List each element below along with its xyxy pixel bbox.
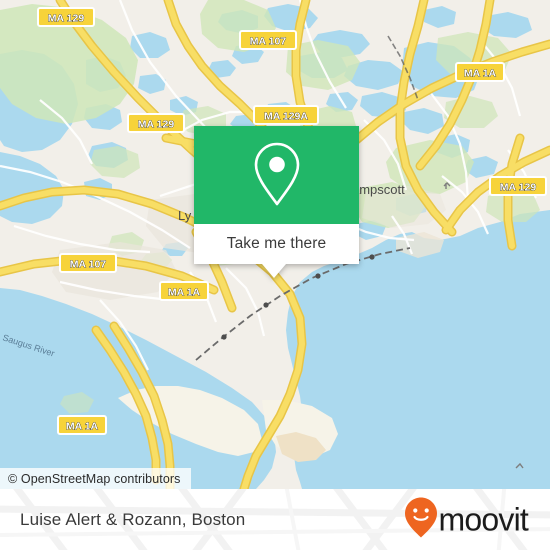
take-me-there-label: Take me there	[226, 235, 327, 252]
place-label-lynn: Ly	[178, 208, 192, 223]
svg-text:MA 107: MA 107	[250, 36, 287, 48]
svg-text:MA 129A: MA 129A	[264, 111, 308, 123]
svg-text:MA 129: MA 129	[48, 13, 85, 25]
osm-attribution-text: © OpenStreetMap contributors	[8, 471, 181, 486]
svg-text:MA 1A: MA 1A	[168, 287, 201, 299]
take-me-there-button[interactable]: Take me there	[194, 224, 359, 264]
location-popup-card[interactable]: Take me there	[194, 126, 359, 278]
road-shield-ma107-b: MA 107	[59, 253, 117, 273]
road-shield-ma129a: MA 129A	[253, 105, 319, 125]
moovit-map-share-page: Ly ampscott Saugus River MA 129 MA 107 M…	[0, 0, 550, 550]
road-shield-ma1a-a: MA 1A	[455, 62, 505, 82]
svg-text:MA 107: MA 107	[70, 259, 107, 271]
place-title: Luise Alert & Rozann, Boston	[20, 509, 246, 529]
map-pin-icon	[248, 140, 306, 210]
road-shield-ma107-a: MA 107	[239, 30, 297, 50]
place-label-swampscott: ampscott	[352, 182, 405, 197]
page-footer: Luise Alert & Rozann, Boston moovit	[0, 489, 550, 550]
popup-pointer-tail	[262, 264, 286, 278]
svg-text:MA 129: MA 129	[500, 182, 537, 194]
svg-text:MA 1A: MA 1A	[464, 68, 497, 80]
svg-text:MA 129: MA 129	[138, 119, 175, 131]
osm-attribution[interactable]: © OpenStreetMap contributors	[0, 468, 191, 489]
road-shield-ma1a-c: MA 1A	[57, 415, 107, 435]
road-shield-ma1a-b: MA 1A	[159, 281, 209, 301]
moovit-pin-smiley-icon	[404, 496, 438, 543]
road-shield-ma129-c: MA 129	[489, 176, 547, 196]
svg-text:MA 1A: MA 1A	[66, 421, 99, 433]
moovit-wordmark: moovit	[438, 501, 529, 538]
road-shield-ma129-b: MA 129	[127, 113, 185, 133]
road-shield-ma129-a: MA 129	[37, 7, 95, 27]
popup-header	[194, 126, 359, 224]
moovit-logo[interactable]: moovit	[404, 496, 529, 543]
